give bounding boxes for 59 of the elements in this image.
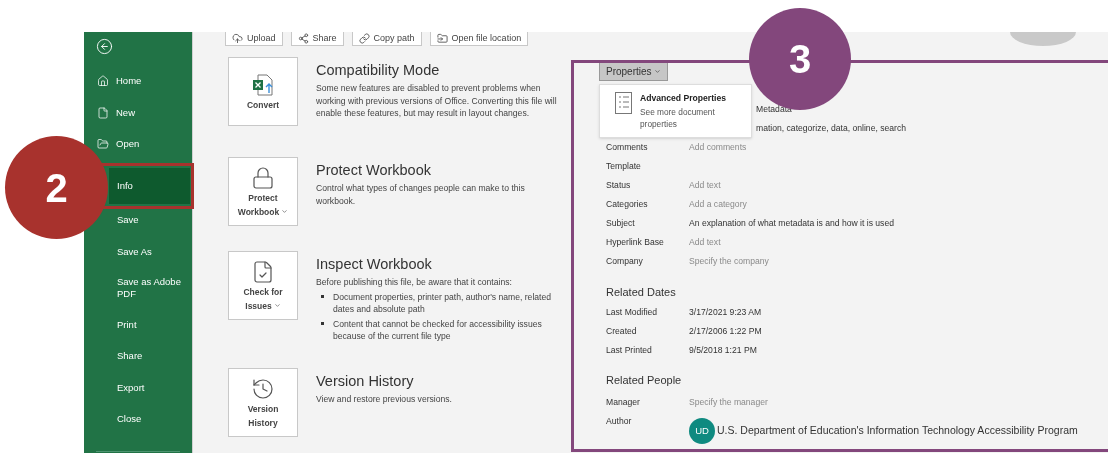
toolbar-button[interactable]: Upload xyxy=(225,32,283,46)
property-label: Manager xyxy=(606,395,641,409)
nav-item[interactable]: New xyxy=(99,103,135,122)
nav-item[interactable]: Export xyxy=(117,378,145,397)
group-heading: Related Dates xyxy=(605,285,677,299)
section-description: Before publishing this file, be aware that it contains: xyxy=(316,276,513,289)
property-value: An explanation of what metadata is and how it is used xyxy=(689,217,894,230)
property-value: 9/5/2018 1:21 PM xyxy=(689,344,757,357)
toolbar-button[interactable]: Share xyxy=(290,32,344,46)
section-button[interactable]: Convert xyxy=(228,57,298,126)
property-value: 3/17/2021 9:23 AM xyxy=(689,306,762,319)
menu-item-description: See more document properties xyxy=(640,106,716,130)
toolbar-button[interactable]: Copy path xyxy=(351,32,422,46)
section-title: Version History xyxy=(316,372,415,390)
nav-item[interactable]: Share xyxy=(117,347,143,365)
nav-item[interactable]: Info xyxy=(109,168,190,204)
nav-item[interactable]: Home xyxy=(99,72,142,90)
property-label: Hyperlink Base xyxy=(606,236,665,249)
section-description: Some new features are disabled to prevent problems when working with previous versions of Office. Converting this file will enable these features, but may result in layout changes. xyxy=(316,82,558,120)
property-label: Categories xyxy=(606,198,649,211)
property-label: Last Modified xyxy=(606,306,659,319)
avatar: UD xyxy=(689,418,715,444)
nav-item[interactable]: Save as Adobe PDF xyxy=(117,274,182,302)
properties-menu[interactable]: Advanced Properties See more document properties xyxy=(599,84,752,138)
author-name: U.S. Department of Education's Information Technology Accessibility Program xyxy=(717,423,1078,439)
property-label: Subject xyxy=(606,217,636,230)
property-value[interactable]: Specify the manager xyxy=(689,395,768,409)
section-title: Protect Workbook xyxy=(316,161,432,179)
property-label: Created xyxy=(606,325,638,338)
property-value: mation, categorize, data, online, search xyxy=(756,122,906,135)
section-title: Inspect Workbook xyxy=(316,255,433,273)
property-label: Status xyxy=(606,179,632,192)
property-value[interactable]: Add comments xyxy=(689,141,747,154)
toolbar-button[interactable]: Open file location xyxy=(429,32,529,46)
nav-item[interactable]: Print xyxy=(117,315,137,334)
section-title: Compatibility Mode xyxy=(316,61,441,79)
bullet-text: Content that cannot be checked for accessibility issues because of the current file type xyxy=(333,317,543,343)
property-value[interactable]: Add a category xyxy=(689,198,747,211)
nav-item[interactable]: Close xyxy=(117,410,142,428)
section-description: View and restore previous versions. xyxy=(316,393,453,406)
property-value[interactable]: Specify the company xyxy=(689,255,769,268)
bullet-text: Document properties, printer path, author's name, related dates and absolute path xyxy=(333,290,553,316)
property-value[interactable]: Add text xyxy=(689,236,721,249)
nav-item[interactable]: Save xyxy=(117,211,139,229)
property-value: 2/17/2006 1:22 PM xyxy=(689,325,762,338)
property-value[interactable]: Add text xyxy=(689,179,721,192)
section-button[interactable]: Version History xyxy=(228,368,298,437)
group-heading: Related People xyxy=(605,373,683,387)
property-label: Template xyxy=(606,160,642,173)
property-label: Last Printed xyxy=(606,344,653,357)
section-button[interactable]: Protect Workbook xyxy=(228,157,298,226)
section-description: Control what types of changes people can make to this workbook. xyxy=(316,182,526,207)
nav-item[interactable]: Save As xyxy=(117,242,152,261)
menu-item-title: Advanced Properties xyxy=(640,92,727,104)
property-label: Company xyxy=(606,255,644,268)
properties-button[interactable]: Properties xyxy=(599,62,668,81)
property-label: Comments xyxy=(606,141,649,154)
section-button[interactable]: Check for Issues xyxy=(228,251,298,320)
property-label: Author xyxy=(606,415,633,428)
